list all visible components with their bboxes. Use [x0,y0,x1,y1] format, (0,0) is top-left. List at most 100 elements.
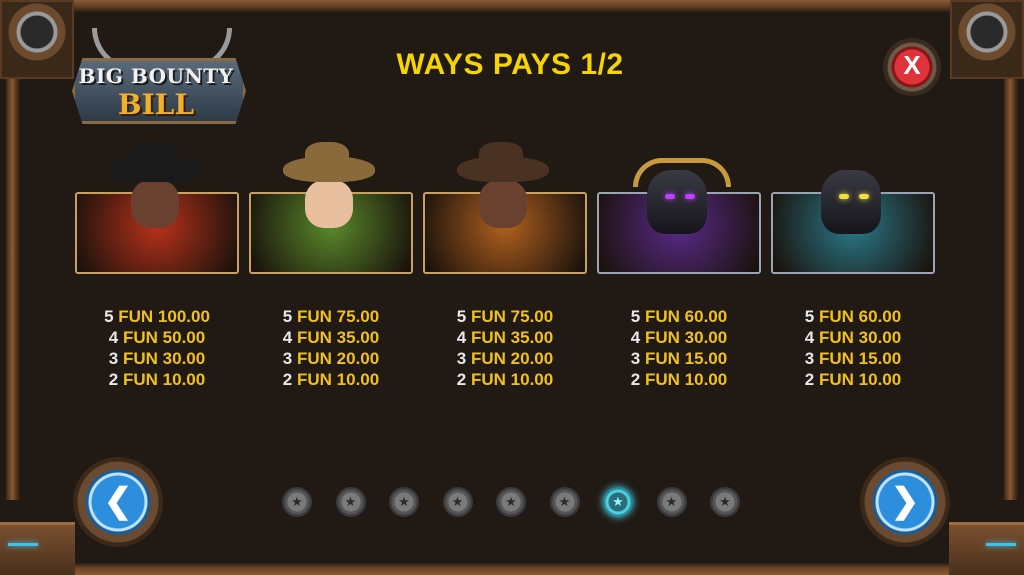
payout-amount: FUN 30.00 [123,349,206,368]
payout-row: 4 FUN 30.00 [597,327,761,348]
page-dot-star-icon[interactable]: ★ [389,487,419,517]
cowgirl-icon [279,142,379,268]
symbol-robot-bull: 5 FUN 60.00 4 FUN 30.00 3 FUN 15.00 2 FUN 1… [597,150,761,389]
payout-count: 2 [282,370,293,389]
payout-count: 3 [456,349,467,368]
page-dot-star-icon[interactable]: ★ [656,487,687,517]
payout-count: 2 [630,370,641,389]
payout-amount: FUN 100.00 [118,307,210,326]
payout-row: 4 FUN 35.00 [423,327,587,348]
payout-row: 5 FUN 100.00 [75,306,239,327]
payout-count: 3 [630,349,641,368]
payout-row: 2 FUN 10.00 [249,369,413,390]
payout-amount: FUN 30.00 [645,328,728,347]
symbol-cowgirl: 5 FUN 75.00 4 FUN 35.00 3 FUN 20.00 2 FUN 1… [249,142,413,389]
payout-row: 2 FUN 10.00 [771,369,935,390]
frame-right-post [1004,60,1018,500]
cowboy-icon [453,142,553,268]
payout-amount: FUN 60.00 [819,307,902,326]
payout-amount: FUN 10.00 [297,370,380,389]
payout-row: 3 FUN 30.00 [75,348,239,369]
payout-row: 4 FUN 30.00 [771,327,935,348]
corner-gear-icon [950,0,1024,79]
payout-count: 3 [282,349,293,368]
payout-amount: FUN 60.00 [645,307,728,326]
payout-count: 2 [804,370,815,389]
payout-amount: FUN 15.00 [645,349,728,368]
symbol-masked-gunslinger: 5 FUN 100.00 4 FUN 50.00 3 FUN 30.00 2 FUN … [75,142,239,389]
page-dot-star-icon[interactable]: ★ [549,487,580,517]
payout-list: 5 FUN 75.00 4 FUN 35.00 3 FUN 20.00 2 FUN 1… [249,306,413,390]
payout-amount: FUN 35.00 [297,328,380,347]
corner-machine-panel [949,522,1024,575]
payout-list: 5 FUN 60.00 4 FUN 30.00 3 FUN 15.00 2 FUN 1… [771,306,935,390]
corner-machine-panel [0,522,75,575]
payout-list: 5 FUN 100.00 4 FUN 50.00 3 FUN 30.00 2 FUN … [75,306,239,390]
payout-row: 3 FUN 20.00 [423,348,587,369]
page-indicator: ★ ★ ★ ★ ★ ★ ★ ★ ★ [282,487,742,519]
payout-amount: FUN 20.00 [471,349,554,368]
payout-amount: FUN 10.00 [819,370,902,389]
symbol-cowboy: 5 FUN 75.00 4 FUN 35.00 3 FUN 20.00 2 FUN 1… [423,142,587,389]
page-title: WAYS PAYS 1/2 [396,48,624,81]
payout-row: 2 FUN 10.00 [597,369,761,390]
next-page-button[interactable]: ❯ [860,457,950,547]
payout-count: 5 [456,307,467,326]
payout-count: 5 [104,307,114,326]
payout-row: 4 FUN 50.00 [75,327,239,348]
payout-amount: FUN 30.00 [819,328,902,347]
page-dot-star-icon[interactable]: ★ [442,487,473,517]
payout-count: 3 [108,349,119,368]
payout-list: 5 FUN 75.00 4 FUN 35.00 3 FUN 20.00 2 FUN 1… [423,306,587,390]
payout-row: 3 FUN 20.00 [249,348,413,369]
game-logo: BIG BOUNTY BILL [72,28,246,128]
payout-count: 5 [282,307,293,326]
payout-count: 3 [804,349,815,368]
robot-horse-icon [801,150,901,268]
payout-count: 4 [282,328,293,347]
payout-count: 2 [456,370,467,389]
masked-gunslinger-icon [105,142,205,268]
payout-row: 5 FUN 75.00 [249,306,413,327]
corner-gear-icon [0,0,74,79]
payout-amount: FUN 10.00 [471,370,554,389]
payout-row: 2 FUN 10.00 [75,369,239,390]
payout-row: 5 FUN 60.00 [771,306,935,327]
page-dot-star-icon[interactable]: ★ [335,487,366,517]
symbol-robot-horse: 5 FUN 60.00 4 FUN 30.00 3 FUN 15.00 2 FUN 1… [771,150,935,389]
payout-count: 4 [630,328,641,347]
previous-page-button[interactable]: ❮ [73,457,163,547]
payout-count: 5 [804,307,815,326]
payout-row: 4 FUN 35.00 [249,327,413,348]
payout-amount: FUN 35.00 [471,328,554,347]
payout-count: 4 [804,328,815,347]
payout-amount: FUN 75.00 [297,307,380,326]
close-icon: X [903,50,921,80]
logo-text-line1: BIG BOUNTY [78,64,234,88]
page-dot-star-icon[interactable]: ★ [710,487,740,517]
payout-amount: FUN 75.00 [471,307,554,326]
close-button[interactable]: X [883,38,941,96]
logo-text-line2: BILL [117,88,195,121]
chevron-right-icon: ❯ [890,482,920,520]
robot-bull-icon [627,150,731,268]
payout-amount: FUN 10.00 [645,370,728,389]
frame-bottom-beam [60,563,964,575]
payout-row: 3 FUN 15.00 [597,348,761,369]
page-dot-star-icon[interactable]: ★ [496,487,526,517]
payout-amount: FUN 50.00 [123,328,206,347]
payout-row: 5 FUN 60.00 [597,306,761,327]
page-dot-star-icon[interactable]: ★ [282,487,312,517]
payout-amount: FUN 10.00 [123,370,206,389]
payout-list: 5 FUN 60.00 4 FUN 30.00 3 FUN 15.00 2 FUN 1… [597,306,761,390]
paytable-symbols: 5 FUN 100.00 4 FUN 50.00 3 FUN 30.00 2 FUN … [75,142,945,400]
chevron-left-icon: ❮ [103,482,133,520]
payout-amount: FUN 20.00 [297,349,380,368]
payout-count: 4 [456,328,467,347]
payout-row: 3 FUN 15.00 [771,348,935,369]
page-dot-star-icon[interactable]: ★ [603,487,633,517]
payout-count: 2 [108,370,119,389]
frame-left-post [6,60,20,500]
payout-amount: FUN 15.00 [819,349,902,368]
payout-count: 5 [630,307,641,326]
